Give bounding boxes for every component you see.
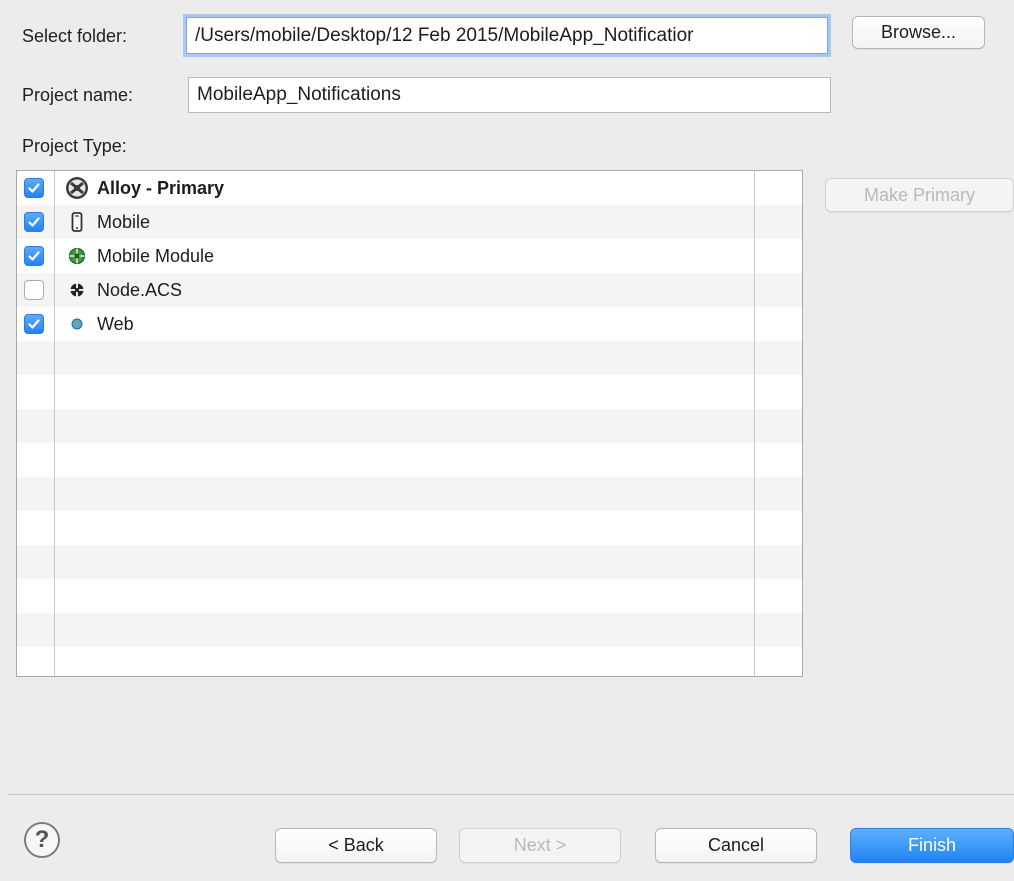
web-label: Web xyxy=(97,313,134,334)
project-type-table: Alloy - Primary Mobile Mobile Module Nod… xyxy=(16,170,803,677)
mobile-module-checkbox[interactable] xyxy=(24,246,44,266)
make-primary-button[interactable]: Make Primary xyxy=(825,178,1014,212)
finish-button[interactable]: Finish xyxy=(850,828,1014,863)
alloy-icon xyxy=(65,176,89,200)
web-globe-icon xyxy=(65,312,89,336)
mobile-module-label: Mobile Module xyxy=(97,245,215,266)
project-name-label: Project name: xyxy=(22,85,134,105)
list-item[interactable]: Mobile Module xyxy=(17,239,802,273)
cancel-button[interactable]: Cancel xyxy=(655,828,817,863)
project-name-input[interactable]: MobileApp_Notifications xyxy=(188,77,831,113)
folder-path-input[interactable]: /Users/mobile/Desktop/12 Feb 2015/Mobile… xyxy=(186,17,828,54)
mobile-phone-icon xyxy=(65,210,89,234)
project-type-label: Project Type: xyxy=(22,136,127,156)
next-button[interactable]: Next > xyxy=(459,828,621,863)
list-item[interactable]: Node.ACS xyxy=(17,273,802,307)
footer-divider xyxy=(8,794,1014,795)
select-folder-label: Select folder: xyxy=(22,26,128,46)
list-item[interactable]: Mobile xyxy=(17,205,802,239)
mobile-checkbox[interactable] xyxy=(24,212,44,232)
node-acs-checkbox[interactable] xyxy=(24,280,44,300)
list-item[interactable]: Alloy - Primary xyxy=(17,171,802,205)
help-icon[interactable]: ? xyxy=(24,822,60,858)
mobile-label: Mobile xyxy=(97,211,151,232)
alloy-label: Alloy - Primary xyxy=(97,177,225,198)
node-acs-label: Node.ACS xyxy=(97,279,183,300)
browse-button[interactable]: Browse... xyxy=(852,16,985,49)
node-acs-icon xyxy=(65,278,89,302)
new-project-wizard: Select folder: /Users/mobile/Desktop/12 … xyxy=(0,0,1014,881)
alloy-checkbox[interactable] xyxy=(24,178,44,198)
back-button[interactable]: < Back xyxy=(275,828,437,863)
list-item[interactable]: Web xyxy=(17,307,802,341)
web-checkbox[interactable] xyxy=(24,314,44,334)
mobile-module-icon xyxy=(65,244,89,268)
